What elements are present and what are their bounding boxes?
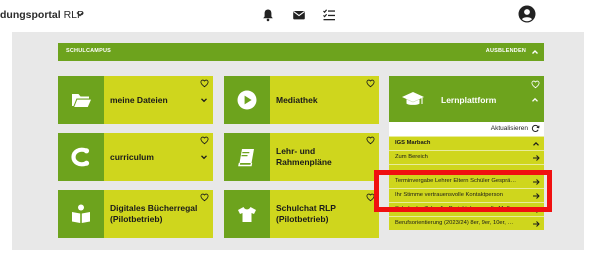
chevron-up-icon[interactable] [531,48,539,56]
school-row[interactable]: IGS Marbach [389,136,544,150]
brand-name: dungsportal [0,9,61,21]
refresh-icon[interactable] [531,124,540,133]
bell-icon[interactable] [261,8,275,22]
heart-icon[interactable] [531,80,540,89]
folder-icon [72,94,91,107]
mail-icon[interactable] [292,8,306,22]
tile-icon-box [224,76,270,124]
tile-digitales-buecherregal[interactable]: Digitales Bücherregal (Pilotbetrieb) [58,190,213,238]
tile-label: curriculum [110,151,154,162]
tile-schulchat[interactable]: Schulchat RLP (Pilotbetrieb) [224,190,379,238]
tile-label: Digitales Bücherregal (Pilotbetrieb) [110,203,198,224]
tile-mediathek[interactable]: Mediathek [224,76,379,124]
tile-label: Lehr- und Rahmenpläne [276,146,332,167]
chevron-up-icon[interactable] [532,140,540,148]
tile-curriculum[interactable]: curriculum [58,133,213,181]
tile-lehrplaene[interactable]: Lehr- und Rahmenpläne [224,133,379,181]
schulcampus-title: SCHULCAMPUS [66,48,111,54]
list-item-label: Zum Bereich [395,154,428,160]
refresh-label: Aktualisieren [490,125,528,132]
account-icon[interactable] [518,5,536,23]
shirt-icon [238,207,256,222]
arrow-right-icon [533,155,540,161]
play-icon [237,90,257,110]
tile-icon-box [58,76,104,124]
tile-icon-box [58,190,104,238]
lernplattform-widget: Lernplattform Aktualisieren IGS Marbach … [389,76,544,248]
tasklist-icon[interactable] [322,8,336,22]
brand-title[interactable]: dungsportal RLP [0,9,84,21]
tile-icon-box [224,133,270,181]
tile-icon-box [224,190,270,238]
top-bar: dungsportal RLP [0,0,597,32]
heart-icon[interactable] [366,79,375,88]
heart-icon[interactable] [200,136,209,145]
tile-icon-box [58,133,104,181]
hide-button[interactable]: AUSBLENDEN [486,48,526,54]
heart-icon[interactable] [200,79,209,88]
schulcampus-header: SCHULCAMPUS AUSBLENDEN [58,43,544,61]
lernplattform-title: Lernplattform [441,95,497,105]
tile-meine-dateien[interactable]: meine Dateien [58,76,213,124]
chevron-down-icon[interactable] [75,9,85,19]
arrow-right-icon [533,221,540,227]
tile-label: Mediathek [276,94,318,105]
refresh-bar[interactable]: Aktualisieren [389,122,544,136]
graduation-cap-icon [402,92,424,105]
chevron-down-icon[interactable] [200,153,208,161]
book-icon [238,149,254,167]
list-item[interactable]: Berufsorientierung (2023/24) 8er, 9er, 1… [389,216,544,230]
school-name: IGS Marbach [395,140,431,146]
chevron-down-icon[interactable] [200,96,208,104]
curriculum-icon [71,147,90,167]
heart-icon[interactable] [200,193,209,202]
heart-icon[interactable] [366,136,375,145]
highlight-box [374,170,552,212]
reader-icon [72,204,90,223]
tile-label: Schulchat RLP (Pilotbetrieb) [276,203,336,224]
list-item[interactable]: Zum Bereich [389,150,544,164]
list-item-label: Berufsorientierung (2023/24) 8er, 9er, 1… [395,220,514,226]
chevron-up-icon[interactable] [531,96,539,104]
tile-label: meine Dateien [110,94,168,105]
lernplattform-header[interactable]: Lernplattform [389,76,544,122]
